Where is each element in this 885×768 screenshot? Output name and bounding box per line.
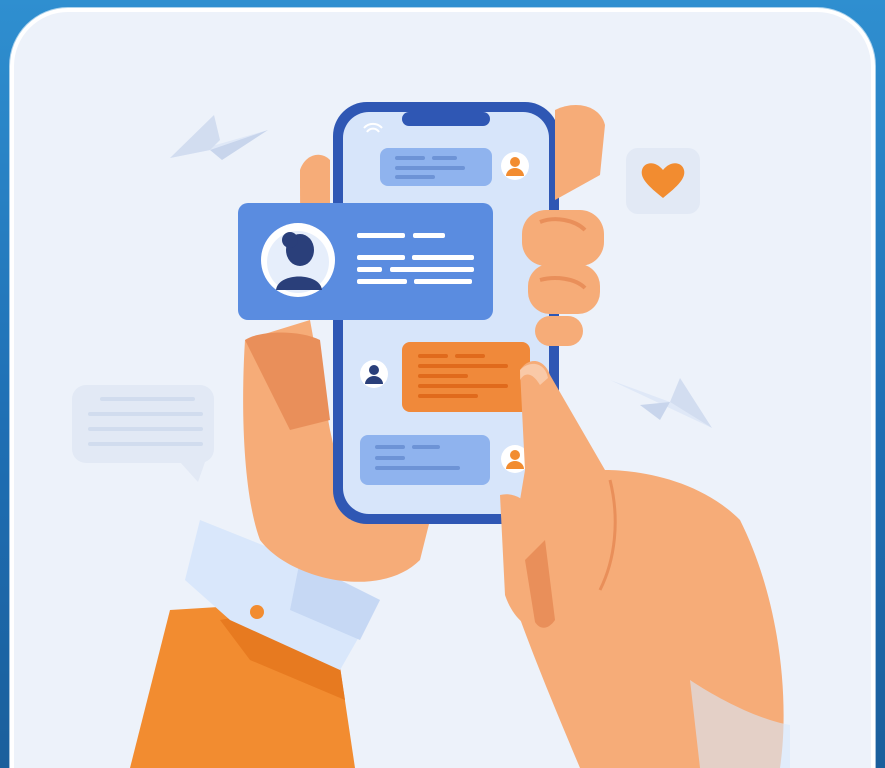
contact-popup-card — [238, 203, 493, 320]
paper-plane-icon — [610, 378, 712, 428]
chat-bubble-orange — [402, 342, 530, 412]
heart-icon — [626, 148, 700, 214]
right-pointing-hand — [500, 360, 790, 768]
paper-plane-icon — [170, 115, 268, 160]
faded-chat-bubble-icon — [72, 385, 214, 482]
chat-illustration — [72, 102, 790, 768]
avatar-icon — [360, 360, 388, 388]
